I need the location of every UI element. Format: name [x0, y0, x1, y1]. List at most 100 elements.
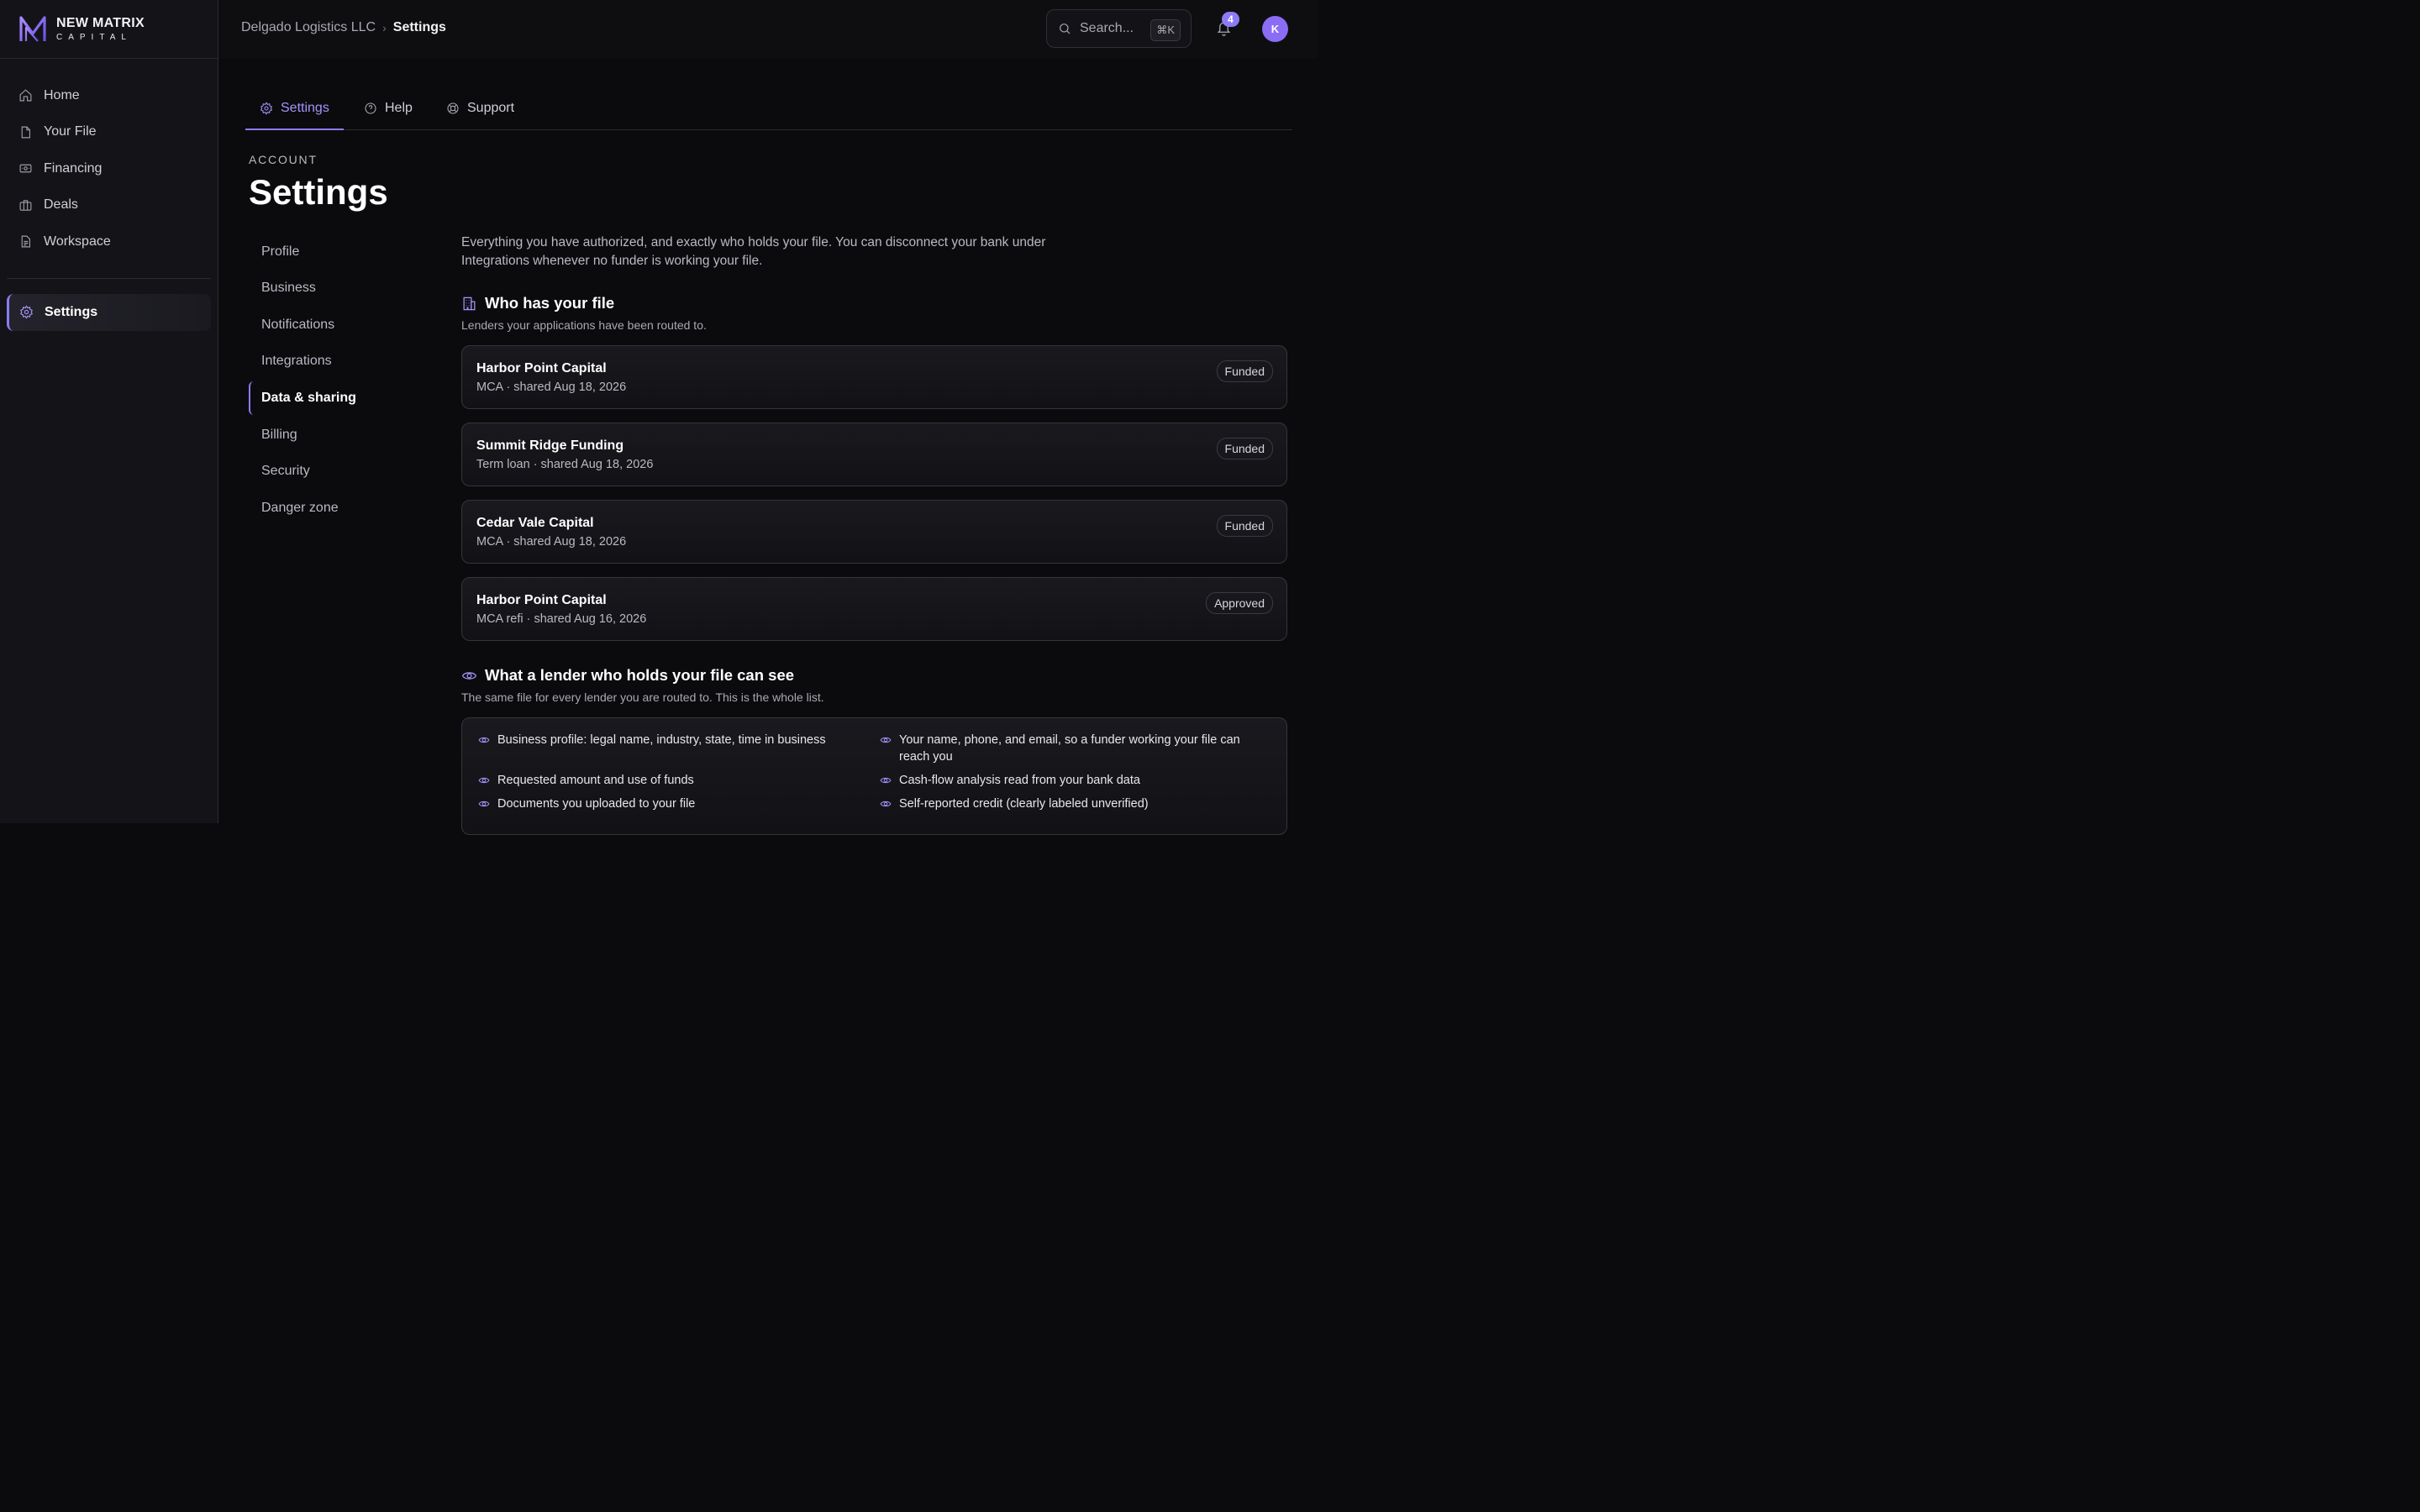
sidebar-item-label: Workspace [44, 234, 111, 249]
list-item-text: Cash-flow analysis read from your bank d… [899, 774, 1140, 787]
status-badge: Funded [1216, 360, 1273, 382]
list-item-text: Requested amount and use of funds [497, 774, 694, 787]
breadcrumb-current: Settings [392, 20, 446, 34]
subnav-item-notifications[interactable]: Notifications [249, 307, 417, 344]
status-badge: Funded [1216, 438, 1273, 459]
page-title: Settings [249, 172, 388, 212]
subnav-item-business[interactable]: Business [249, 270, 417, 307]
lender-meta: MCA · shared Aug 18, 2026 [476, 381, 627, 394]
subnav-item-billing[interactable]: Billing [249, 417, 417, 454]
sidebar: NEW MATRIX CAPITAL Home Your File Financ… [0, 0, 218, 823]
section-subtitle: The same file for every lender you are r… [461, 690, 824, 704]
lender-card[interactable]: Harbor Point Capital MCA · shared Aug 18… [461, 345, 1287, 409]
lender-card[interactable]: Summit Ridge Funding Term loan · shared … [461, 423, 1287, 486]
page-tabs: Settings Help Support [245, 87, 1292, 130]
list-item-text: Your name, phone, and email, so a funder… [899, 733, 1240, 764]
search-icon [1060, 24, 1071, 34]
list-item-text: Documents you uploaded to your file [497, 797, 696, 811]
subnav-item-integrations[interactable]: Integrations [249, 344, 417, 381]
eye-icon [461, 671, 477, 680]
eye-icon [880, 737, 892, 743]
section-heading-what-lender-sees: What a lender who holds your file can se… [461, 666, 1287, 685]
lender-name: Harbor Point Capital [476, 361, 607, 375]
lender-name: Summit Ridge Funding [476, 438, 624, 453]
help-circle-icon [365, 102, 376, 114]
sidebar-item-financing[interactable]: Financing [0, 150, 218, 187]
eye-icon [478, 777, 490, 784]
sidebar-nav: Home Your File Financing Deals Workspace… [0, 77, 218, 331]
settings-subnav: Profile Business Notifications Integrati… [249, 234, 417, 527]
building-icon [463, 297, 476, 310]
sidebar-item-deals[interactable]: Deals [0, 187, 218, 224]
lender-meta: MCA · shared Aug 18, 2026 [476, 535, 627, 549]
tab-label: Support [467, 100, 515, 115]
eye-icon [880, 801, 892, 807]
subnav-item-data-sharing[interactable]: Data & sharing [249, 381, 417, 415]
list-item: Requested amount and use of funds [476, 772, 878, 789]
search-input[interactable]: Search... ⌘K [1046, 9, 1192, 48]
gear-icon [260, 101, 273, 115]
breadcrumb-company[interactable]: Delgado Logistics LLC [241, 20, 376, 35]
search-shortcut: ⌘K [1150, 19, 1181, 41]
lender-card[interactable]: Harbor Point Capital MCA refi · shared A… [461, 577, 1287, 641]
briefcase-icon [19, 200, 32, 211]
page-eyebrow: ACCOUNT [249, 153, 318, 166]
lender-list: Harbor Point Capital MCA · shared Aug 18… [461, 345, 1287, 641]
sidebar-item-workspace[interactable]: Workspace [0, 223, 218, 260]
list-item: Business profile: legal name, industry, … [476, 732, 878, 765]
status-badge: Funded [1216, 515, 1273, 537]
breadcrumb: Delgado Logistics LLC › Settings [241, 20, 446, 35]
eye-icon [478, 737, 490, 743]
status-badge: Approved [1206, 592, 1273, 614]
section-title: Who has your file [485, 294, 615, 312]
lender-name: Harbor Point Capital [476, 593, 607, 607]
avatar[interactable]: K [1262, 16, 1288, 42]
sidebar-item-label: Home [44, 87, 80, 102]
gear-icon [19, 305, 34, 319]
sidebar-item-your-file[interactable]: Your File [0, 114, 218, 151]
top-bar: Delgado Logistics LLC › Settings Search.… [219, 0, 1318, 59]
sidebar-item-label: Deals [44, 197, 78, 213]
list-item: Documents you uploaded to your file [476, 795, 878, 812]
brand-name: NEW MATRIX [56, 15, 145, 30]
lender-meta: Term loan · shared Aug 18, 2026 [476, 458, 654, 471]
subnav-item-danger-zone[interactable]: Danger zone [249, 490, 417, 527]
subnav-item-profile[interactable]: Profile [249, 234, 417, 270]
notification-count-badge: 4 [1222, 12, 1239, 27]
tab-label: Settings [281, 100, 329, 115]
tab-help[interactable]: Help [364, 87, 413, 129]
visible-data-list: Business profile: legal name, industry, … [461, 717, 1287, 835]
data-sharing-panel: Everything you have authorized, and exac… [461, 234, 1287, 835]
list-item-text: Business profile: legal name, industry, … [497, 733, 826, 747]
search-placeholder: Search... [1080, 21, 1134, 35]
list-item: Cash-flow analysis read from your bank d… [878, 772, 1273, 789]
banknote-icon [19, 164, 32, 173]
list-item: Your name, phone, and email, so a funder… [878, 732, 1273, 765]
logo-icon [19, 15, 46, 42]
eye-icon [478, 801, 490, 807]
sidebar-item-label: Settings [45, 304, 98, 319]
list-item: Self-reported credit (clearly labeled un… [878, 795, 1273, 812]
subnav-item-security[interactable]: Security [249, 454, 417, 491]
section-heading-who-has-file: Who has your file [461, 294, 1287, 312]
chevron-right-icon: › [382, 21, 387, 34]
intro-text: Everything you have authorized, and exac… [461, 235, 1046, 268]
sidebar-item-label: Your File [44, 124, 97, 139]
tab-support[interactable]: Support [446, 87, 514, 129]
sidebar-item-label: Financing [44, 160, 103, 176]
section-title: What a lender who holds your file can se… [485, 666, 795, 684]
home-icon [19, 89, 32, 102]
list-item-text: Self-reported credit (clearly labeled un… [899, 797, 1149, 811]
lender-meta: MCA refi · shared Aug 16, 2026 [476, 612, 647, 626]
lender-name: Cedar Vale Capital [476, 516, 594, 530]
sidebar-item-settings[interactable]: Settings [7, 293, 211, 331]
file-icon [21, 126, 31, 139]
eye-icon [880, 777, 892, 784]
section-subtitle: Lenders your applications have been rout… [461, 318, 707, 332]
sidebar-item-home[interactable]: Home [0, 77, 218, 114]
lender-card[interactable]: Cedar Vale Capital MCA · shared Aug 18, … [461, 500, 1287, 564]
tab-settings[interactable]: Settings [245, 87, 344, 130]
brand[interactable]: NEW MATRIX CAPITAL [0, 0, 218, 59]
sidebar-divider [7, 277, 211, 279]
brand-subtitle: CAPITAL [56, 32, 132, 42]
